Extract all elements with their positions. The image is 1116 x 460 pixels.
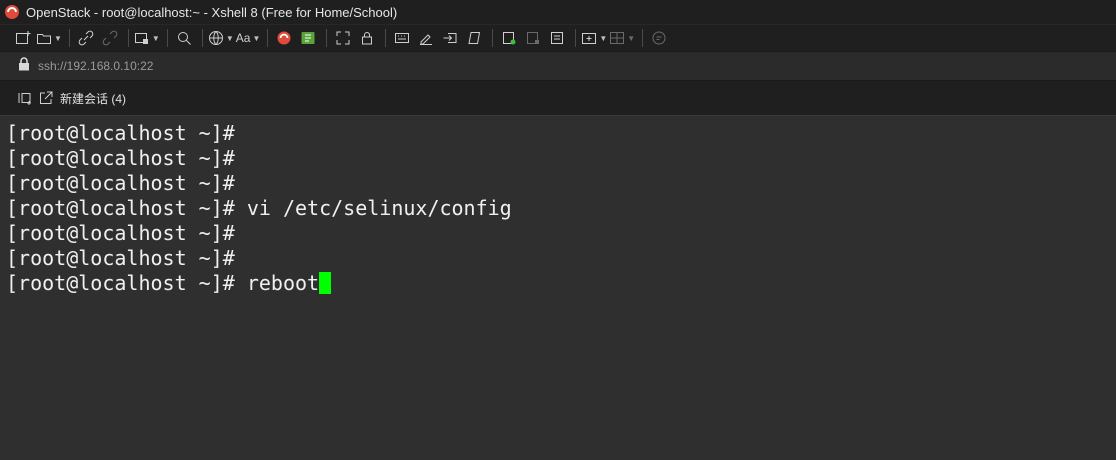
keyboard-icon xyxy=(395,33,410,43)
title-bar: OpenStack - root@localhost:~ - Xshell 8 … xyxy=(0,0,1116,24)
toolbar-separator xyxy=(166,29,168,47)
terminal-line: [root@localhost ~]# reboot xyxy=(6,271,1116,296)
command: reboot xyxy=(234,271,320,295)
xmanager-icon xyxy=(301,32,315,44)
log-icon xyxy=(551,32,564,44)
address-url[interactable]: ssh://192.168.0.10:22 xyxy=(38,59,153,73)
lock-icon xyxy=(18,56,30,76)
terminal-line: [root@localhost ~]# xyxy=(6,246,1116,271)
toolbar-separator xyxy=(267,29,269,47)
chat-icon xyxy=(652,31,666,45)
chevron-down-icon: ▼ xyxy=(225,33,234,43)
session-tab-bar: 新建会话 (4) xyxy=(0,80,1116,116)
address-bar[interactable]: ssh://192.168.0.10:22 xyxy=(0,51,1116,80)
folder-open-icon xyxy=(37,34,51,44)
xmanager-button[interactable] xyxy=(297,27,319,49)
terminal-cursor xyxy=(319,272,332,294)
terminal-line: [root@localhost ~]# xyxy=(6,221,1116,246)
terminal-line: [root@localhost ~]# xyxy=(6,121,1116,146)
open-session-button[interactable]: ▼ xyxy=(36,27,62,49)
lock-icon xyxy=(362,32,373,45)
xshell-window: OpenStack - root@localhost:~ - Xshell 8 … xyxy=(0,0,1116,460)
xftp-button[interactable] xyxy=(273,27,295,49)
prompt: [root@localhost ~]# xyxy=(6,121,235,145)
session-list-icon xyxy=(18,93,31,105)
external-link-icon xyxy=(40,91,53,104)
prompt: [root@localhost ~]# xyxy=(6,196,235,220)
font-button[interactable]: Aa ▼ xyxy=(236,27,261,49)
terminal-line: [root@localhost ~]# xyxy=(6,171,1116,196)
xshell-icon xyxy=(4,4,20,20)
prompt: [root@localhost ~]# xyxy=(6,221,235,245)
new-session-tab[interactable] xyxy=(38,87,54,109)
terminal-line: [root@localhost ~]# vi /etc/selinux/conf… xyxy=(6,196,1116,221)
toolbar-separator xyxy=(385,29,387,47)
terminal-line: [root@localhost ~]# xyxy=(6,146,1116,171)
toolbar-separator xyxy=(68,29,70,47)
new-tab-button[interactable]: ▼ xyxy=(134,27,160,49)
keyboard-button[interactable] xyxy=(391,27,413,49)
disconnect-button[interactable] xyxy=(99,27,121,49)
command: vi /etc/selinux/config xyxy=(234,196,512,220)
record-button[interactable] xyxy=(498,27,520,49)
chevron-down-icon: ▼ xyxy=(54,33,62,43)
script-button[interactable] xyxy=(463,27,485,49)
prompt: [root@localhost ~]# xyxy=(6,146,235,170)
compose-button[interactable] xyxy=(439,27,461,49)
session-list-button[interactable] xyxy=(16,87,34,109)
toolbar-separator xyxy=(201,29,203,47)
tab-new-session[interactable]: 新建会话 (4) xyxy=(60,90,126,107)
new-session-button[interactable] xyxy=(12,27,34,49)
stop-record-button[interactable] xyxy=(522,27,544,49)
search-icon xyxy=(177,32,191,45)
terminal[interactable]: [root@localhost ~]# [root@localhost ~]# … xyxy=(0,117,1116,460)
unlink-icon xyxy=(102,30,118,46)
layout-button[interactable]: ▼ xyxy=(609,27,635,49)
new-window-icon xyxy=(16,31,31,44)
stop-record-icon xyxy=(527,32,540,44)
font-label: Aa xyxy=(235,31,251,45)
xftp-icon xyxy=(277,31,291,45)
layout-icon xyxy=(610,32,625,44)
toolbar-separator xyxy=(642,29,644,47)
window-icon xyxy=(134,33,148,44)
lock-button[interactable] xyxy=(356,27,378,49)
enter-icon xyxy=(443,33,457,43)
chevron-down-icon: ▼ xyxy=(599,33,608,43)
highlighter-icon xyxy=(420,34,433,45)
toolbar-separator xyxy=(127,29,129,47)
chevron-down-icon: ▼ xyxy=(252,33,261,43)
log-button[interactable] xyxy=(546,27,568,49)
reconnect-button[interactable] xyxy=(75,27,97,49)
toolbar-separator xyxy=(492,29,494,47)
prompt: [root@localhost ~]# xyxy=(6,271,235,295)
chevron-down-icon: ▼ xyxy=(151,33,160,43)
toolbar-separator xyxy=(326,29,328,47)
toolbar: ▼ ▼ ▼ Aa ▼ ▼ ▼ xyxy=(0,24,1116,51)
fullscreen-icon xyxy=(336,31,350,45)
chevron-down-icon: ▼ xyxy=(627,33,636,43)
highlight-button[interactable] xyxy=(415,27,437,49)
help-button[interactable] xyxy=(648,27,670,49)
fullscreen-button[interactable] xyxy=(332,27,354,49)
transfer-button[interactable]: ▼ xyxy=(581,27,607,49)
find-button[interactable] xyxy=(173,27,195,49)
window-title: OpenStack - root@localhost:~ - Xshell 8 … xyxy=(26,4,398,20)
toolbar-separator xyxy=(575,29,577,47)
script-icon xyxy=(468,32,481,44)
prompt: [root@localhost ~]# xyxy=(6,171,235,195)
globe-icon xyxy=(208,31,223,45)
record-icon xyxy=(503,32,516,45)
link-icon xyxy=(78,30,94,46)
folder-add-icon xyxy=(582,33,597,44)
encoding-button[interactable]: ▼ xyxy=(208,27,234,49)
prompt: [root@localhost ~]# xyxy=(6,246,235,270)
